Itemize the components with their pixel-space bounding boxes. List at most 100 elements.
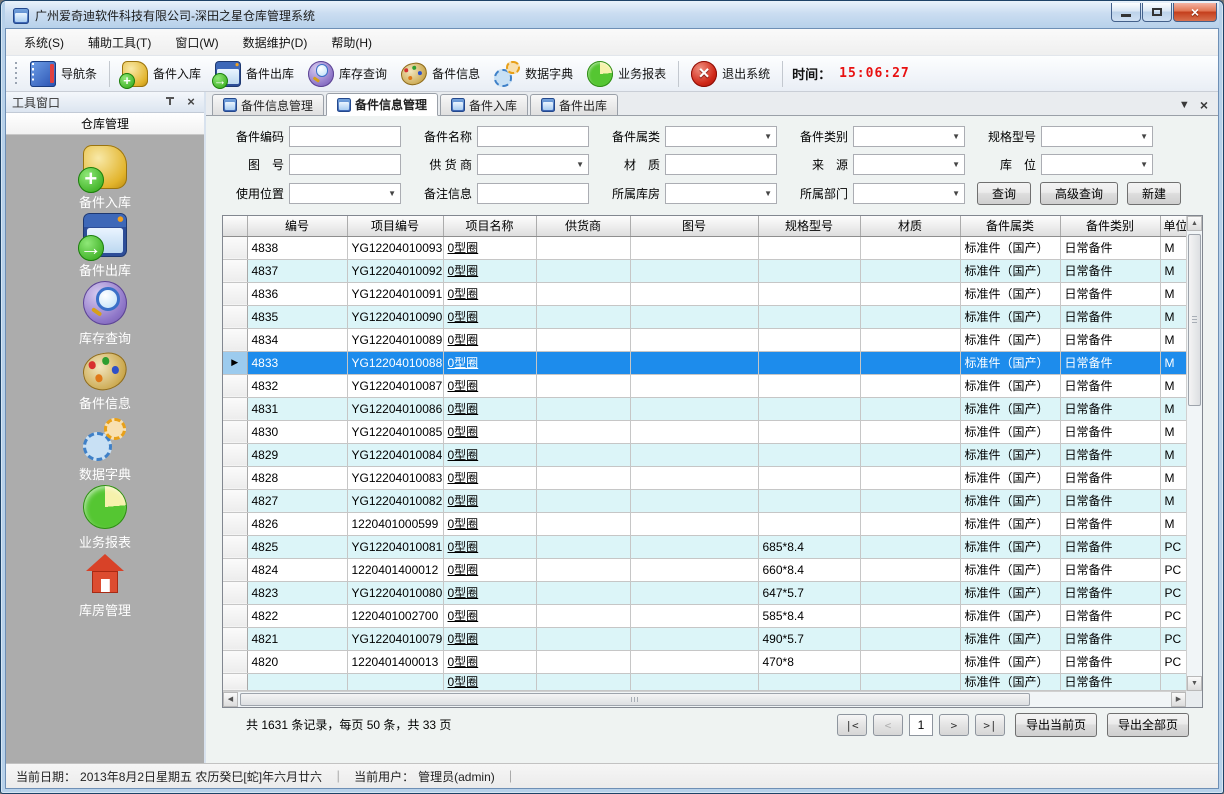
table-row[interactable]: 4823YG122040100800型圈647*5.7标准件（国产）日常备件PC xyxy=(223,581,1186,604)
form-dropdown[interactable]: ▼ xyxy=(1041,126,1153,147)
minimize-button[interactable] xyxy=(1111,3,1141,22)
row-selector[interactable] xyxy=(223,397,247,420)
menu-item[interactable]: 窗口(W) xyxy=(163,30,230,55)
row-selector[interactable] xyxy=(223,328,247,351)
table-row[interactable]: 482412204014000120型圈660*8.4标准件（国产）日常备件PC xyxy=(223,558,1186,581)
scroll-down-icon[interactable]: ▼ xyxy=(1187,676,1202,691)
sidebar-item-data-dict[interactable]: 数据字典 xyxy=(45,417,165,485)
row-selector[interactable] xyxy=(223,420,247,443)
toolbar-button-navbar[interactable]: 导航条 xyxy=(23,58,104,90)
row-selector[interactable] xyxy=(223,489,247,512)
form-text-input[interactable] xyxy=(477,126,589,147)
sidebar-item-inventory-query[interactable]: 库存查询 xyxy=(45,281,165,349)
tab-备件信息管理[interactable]: 备件信息管理 xyxy=(326,93,438,116)
table-row[interactable]: 0型圈标准件（国产）日常备件 xyxy=(223,673,1186,690)
form-dropdown[interactable]: ▼ xyxy=(665,126,777,147)
menu-item[interactable]: 系统(S) xyxy=(12,30,76,55)
row-selector[interactable] xyxy=(223,259,247,282)
table-row[interactable]: 4830YG122040100850型圈标准件（国产）日常备件M xyxy=(223,420,1186,443)
column-header[interactable] xyxy=(223,216,247,236)
export-all-pages-button[interactable]: 导出全部页 xyxy=(1107,713,1189,737)
row-selector[interactable] xyxy=(223,374,247,397)
form-dropdown[interactable]: ▼ xyxy=(477,154,589,175)
menu-item[interactable]: 辅助工具(T) xyxy=(76,30,163,55)
new-button[interactable]: 新建 xyxy=(1127,182,1181,205)
table-row[interactable]: 4835YG122040100900型圈标准件（国产）日常备件M xyxy=(223,305,1186,328)
next-page-button[interactable]: > xyxy=(939,714,969,736)
row-selector[interactable]: ▶ xyxy=(223,351,247,374)
column-header[interactable]: 单位 xyxy=(1160,216,1186,236)
table-row[interactable]: 4821YG122040100790型圈490*5.7标准件（国产）日常备件PC xyxy=(223,627,1186,650)
sidebar-item-business-report[interactable]: 业务报表 xyxy=(45,485,165,553)
column-header[interactable]: 备件属类 xyxy=(960,216,1060,236)
horizontal-scrollbar[interactable]: ◀ ▶ xyxy=(223,691,1186,707)
toolbar-button-parts-info[interactable]: 备件信息 xyxy=(394,58,487,88)
table-row[interactable]: 4828YG122040100830型圈标准件（国产）日常备件M xyxy=(223,466,1186,489)
row-selector[interactable] xyxy=(223,558,247,581)
query-button[interactable]: 查询 xyxy=(977,182,1031,205)
row-selector[interactable] xyxy=(223,282,247,305)
toolbar-button-parts-outbound[interactable]: 备件出库 xyxy=(208,58,301,90)
vertical-scrollbar-thumb[interactable] xyxy=(1188,234,1201,406)
column-header[interactable]: 材质 xyxy=(860,216,960,236)
form-text-input[interactable] xyxy=(477,183,589,204)
column-header[interactable]: 备件类别 xyxy=(1060,216,1160,236)
table-row[interactable]: 4834YG122040100890型圈标准件（国产）日常备件M xyxy=(223,328,1186,351)
menu-item[interactable]: 数据维护(D) xyxy=(231,30,320,55)
menu-item[interactable]: 帮助(H) xyxy=(319,30,384,55)
horizontal-scrollbar-thumb[interactable] xyxy=(240,693,1030,706)
table-row[interactable]: 4837YG122040100920型圈标准件（国产）日常备件M xyxy=(223,259,1186,282)
tab-备件入库[interactable]: 备件入库 xyxy=(440,94,528,115)
table-row[interactable]: ▶4833YG122040100880型圈标准件（国产）日常备件M xyxy=(223,351,1186,374)
export-current-page-button[interactable]: 导出当前页 xyxy=(1015,713,1097,737)
table-row[interactable]: 482012204014000130型圈470*8标准件（国产）日常备件PC xyxy=(223,650,1186,673)
row-selector[interactable] xyxy=(223,236,247,259)
row-selector[interactable] xyxy=(223,604,247,627)
row-selector[interactable] xyxy=(223,305,247,328)
sidebar-item-parts-inbound[interactable]: 备件入库 xyxy=(45,145,165,213)
last-page-button[interactable]: >| xyxy=(975,714,1005,736)
tool-window-close-icon[interactable]: × xyxy=(184,95,198,109)
maximize-button[interactable] xyxy=(1142,3,1172,22)
column-header[interactable]: 编号 xyxy=(247,216,347,236)
column-header[interactable]: 规格型号 xyxy=(758,216,860,236)
table-row[interactable]: 4829YG122040100840型圈标准件（国产）日常备件M xyxy=(223,443,1186,466)
toolbar-button-inventory-query[interactable]: 库存查询 xyxy=(301,58,394,90)
form-dropdown[interactable]: ▼ xyxy=(853,154,965,175)
table-row[interactable]: 4832YG122040100870型圈标准件（国产）日常备件M xyxy=(223,374,1186,397)
table-row[interactable]: 482212204010027000型圈585*8.4标准件（国产）日常备件PC xyxy=(223,604,1186,627)
table-row[interactable]: 4836YG122040100910型圈标准件（国产）日常备件M xyxy=(223,282,1186,305)
tab-备件信息管理[interactable]: 备件信息管理 xyxy=(212,94,324,115)
row-selector[interactable] xyxy=(223,650,247,673)
row-selector[interactable] xyxy=(223,627,247,650)
table-row[interactable]: 4831YG122040100860型圈标准件（国产）日常备件M xyxy=(223,397,1186,420)
row-selector[interactable] xyxy=(223,466,247,489)
sidebar-item-parts-info[interactable]: 备件信息 xyxy=(45,349,165,417)
form-dropdown[interactable]: ▼ xyxy=(289,183,401,204)
page-number-input[interactable]: 1 xyxy=(909,714,933,736)
column-header[interactable]: 项目编号 xyxy=(347,216,443,236)
table-row[interactable]: 4825YG122040100810型圈685*8.4标准件（国产）日常备件PC xyxy=(223,535,1186,558)
sidebar-item-warehouse[interactable]: 库房管理 xyxy=(45,553,165,621)
toolbar-button-exit[interactable]: 退出系统 xyxy=(684,58,777,90)
close-button[interactable]: × xyxy=(1173,3,1217,22)
column-header[interactable]: 供货商 xyxy=(536,216,630,236)
table-row[interactable]: 4838YG122040100930型圈标准件（国产）日常备件M xyxy=(223,236,1186,259)
row-selector[interactable] xyxy=(223,581,247,604)
row-selector[interactable] xyxy=(223,512,247,535)
first-page-button[interactable]: |< xyxy=(837,714,867,736)
form-text-input[interactable] xyxy=(289,154,401,175)
form-dropdown[interactable]: ▼ xyxy=(665,183,777,204)
row-selector[interactable] xyxy=(223,673,247,690)
toolbar-button-parts-inbound[interactable]: 备件入库 xyxy=(115,58,208,90)
scroll-right-icon[interactable]: ▶ xyxy=(1171,692,1186,707)
sidebar-item-parts-outbound[interactable]: 备件出库 xyxy=(45,213,165,281)
table-row[interactable]: 482612204010005990型圈标准件（国产）日常备件M xyxy=(223,512,1186,535)
prev-page-button[interactable]: < xyxy=(873,714,903,736)
form-text-input[interactable] xyxy=(665,154,777,175)
toolbar-button-business-report[interactable]: 业务报表 xyxy=(580,58,673,90)
toolbar-grip[interactable] xyxy=(14,62,19,86)
sidebar-group-header[interactable]: 仓库管理 xyxy=(6,113,204,135)
form-text-input[interactable] xyxy=(289,126,401,147)
advanced-query-button[interactable]: 高级查询 xyxy=(1040,182,1118,205)
